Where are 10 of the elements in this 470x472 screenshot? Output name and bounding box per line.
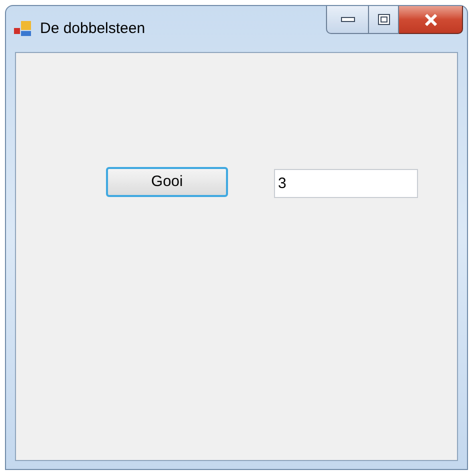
app-icon — [14, 21, 32, 38]
window-title: De dobbelsteen — [40, 19, 146, 39]
minimize-button[interactable] — [326, 6, 369, 34]
minimize-icon — [340, 17, 354, 22]
restore-icon — [378, 14, 390, 25]
result-field[interactable]: 3 — [274, 169, 418, 198]
roll-button[interactable]: Gooi — [106, 167, 228, 197]
maximize-button[interactable] — [369, 6, 399, 34]
close-button[interactable] — [399, 6, 463, 34]
close-icon — [424, 14, 438, 26]
